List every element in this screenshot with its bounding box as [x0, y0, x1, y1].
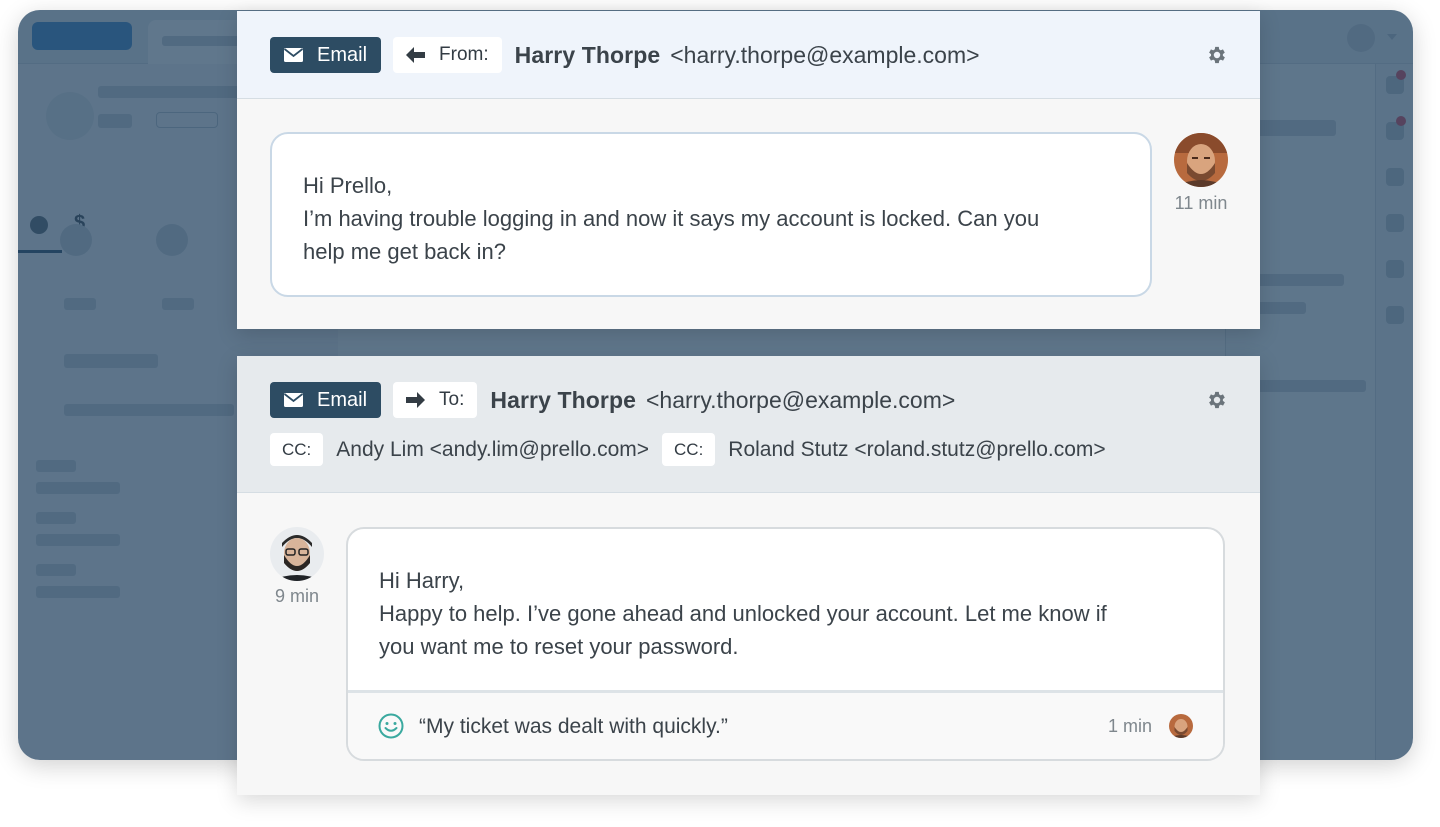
outbound-email-header: Email To: Harry Thorpe <harry.thorpe@exa… — [237, 356, 1260, 493]
email-channel-label: Email — [317, 388, 368, 411]
message-line: you want me to reset your password. — [379, 634, 739, 659]
customer-avatar-small — [1169, 714, 1193, 738]
contact-address: <harry.thorpe@example.com> — [646, 386, 956, 413]
envelope-icon — [284, 48, 303, 62]
arrow-right-icon — [406, 392, 426, 408]
inbound-message-bubble: Hi Prello, I’m having trouble logging in… — [270, 132, 1152, 297]
message-line: help me get back in? — [303, 239, 507, 264]
contact-address: <harry.thorpe@example.com> — [670, 41, 980, 68]
direction-badge-from: From: — [393, 37, 502, 73]
cc-badge: CC: — [270, 433, 324, 466]
direction-label: To: — [439, 389, 465, 410]
outbound-header-row: Email To: Harry Thorpe <harry.thorpe@exa… — [270, 382, 955, 418]
outbound-message-bubble: Hi Harry, Happy to help. I’ve gone ahead… — [346, 527, 1225, 761]
contact-name[interactable]: Harry Thorpe — [515, 42, 661, 69]
email-channel-badge: Email — [270, 37, 382, 73]
agent-avatar — [270, 527, 324, 581]
cc-row: CC: Andy Lim <andy.lim@prello.com> CC: R… — [270, 433, 1119, 466]
direction-badge-to: To: — [393, 382, 478, 418]
inbound-email-header: Email From: Harry Thorpe <harry.thorpe@e… — [237, 11, 1260, 99]
message-line: I’m having trouble logging in and now it… — [303, 206, 1040, 231]
arrow-left-icon — [406, 47, 426, 63]
message-line: Happy to help. I’ve gone ahead and unloc… — [379, 601, 1107, 626]
rating-time: 1 min — [1107, 715, 1152, 736]
customer-avatar — [1174, 133, 1228, 187]
email-channel-label: Email — [317, 43, 368, 66]
outbound-email-card: Email To: Harry Thorpe <harry.thorpe@exa… — [237, 356, 1260, 795]
gear-icon[interactable] — [1206, 44, 1228, 66]
message-line: Hi Prello, — [303, 173, 393, 198]
direction-label: From: — [439, 44, 489, 65]
message-time: 9 min — [274, 586, 319, 606]
cc-recipient[interactable]: Roland Stutz <roland.stutz@prello.com> — [728, 438, 1105, 462]
email-channel-badge: Email — [270, 382, 382, 418]
contact-name[interactable]: Harry Thorpe — [490, 387, 636, 414]
rating-comment: “My ticket was dealt with quickly.” — [419, 714, 728, 738]
cc-badge: CC: — [662, 433, 716, 466]
gear-icon[interactable] — [1206, 389, 1228, 411]
envelope-icon — [284, 393, 303, 407]
smile-icon — [378, 713, 404, 739]
inbound-header-row: Email From: Harry Thorpe <harry.thorpe@e… — [270, 37, 980, 73]
inbound-email-card: Email From: Harry Thorpe <harry.thorpe@e… — [237, 11, 1260, 329]
message-line: Hi Harry, — [379, 568, 465, 593]
satisfaction-rating-row: “My ticket was dealt with quickly.” 1 mi… — [348, 690, 1223, 759]
cc-recipient[interactable]: Andy Lim <andy.lim@prello.com> — [336, 438, 649, 462]
message-time: 11 min — [1174, 193, 1228, 213]
